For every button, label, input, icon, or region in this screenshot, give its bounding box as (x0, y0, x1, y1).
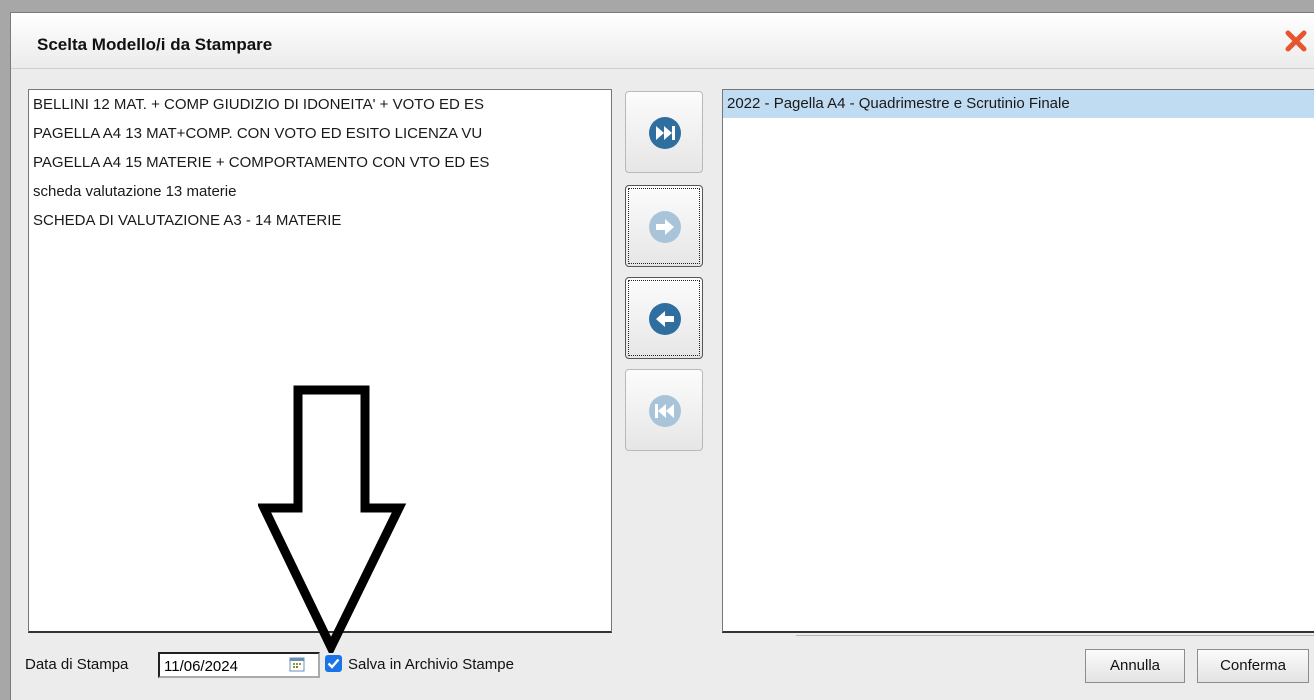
available-model-item[interactable]: PAGELLA A4 13 MAT+COMP. CON VOTO ED ESIT… (29, 119, 611, 148)
cancel-button[interactable]: Annulla (1085, 649, 1185, 683)
save-archive-label[interactable]: Salva in Archivio Stampe (348, 656, 514, 673)
date-label: Data di Stampa (25, 656, 129, 673)
calendar-icon[interactable] (289, 656, 305, 672)
checkmark-icon (327, 658, 340, 669)
save-archive-checkbox[interactable] (325, 655, 342, 672)
move-all-left-icon (649, 395, 681, 427)
move-left-button[interactable] (625, 277, 703, 359)
print-model-dialog: Scelta Modello/i da Stampare BELLINI 12 … (10, 12, 1314, 700)
available-model-item[interactable]: BELLINI 12 MAT. + COMP GIUDIZIO DI IDONE… (29, 90, 611, 119)
confirm-button[interactable]: Conferma (1197, 649, 1309, 683)
move-right-button[interactable] (625, 185, 703, 267)
available-model-item[interactable]: PAGELLA A4 15 MATERIE + COMPORTAMENTO CO… (29, 148, 611, 177)
dialog-titlebar: Scelta Modello/i da Stampare (11, 13, 1314, 69)
move-left-icon (649, 303, 681, 335)
available-model-item[interactable]: scheda valutazione 13 materie (29, 177, 611, 206)
dialog-title: Scelta Modello/i da Stampare (37, 35, 273, 54)
footer-divider (796, 635, 1314, 636)
move-all-right-icon (649, 117, 681, 149)
close-icon[interactable] (1284, 29, 1308, 53)
selected-models-list[interactable]: 2022 - Pagella A4 - Quadrimestre e Scrut… (722, 89, 1314, 633)
available-model-item[interactable]: SCHEDA DI VALUTAZIONE A3 - 14 MATERIE (29, 206, 611, 235)
down-arrow-annotation-icon (258, 385, 407, 653)
move-right-icon (649, 211, 681, 243)
selected-model-item[interactable]: 2022 - Pagella A4 - Quadrimestre e Scrut… (723, 90, 1314, 118)
move-all-right-button[interactable] (625, 91, 703, 173)
move-all-left-button[interactable] (625, 369, 703, 451)
